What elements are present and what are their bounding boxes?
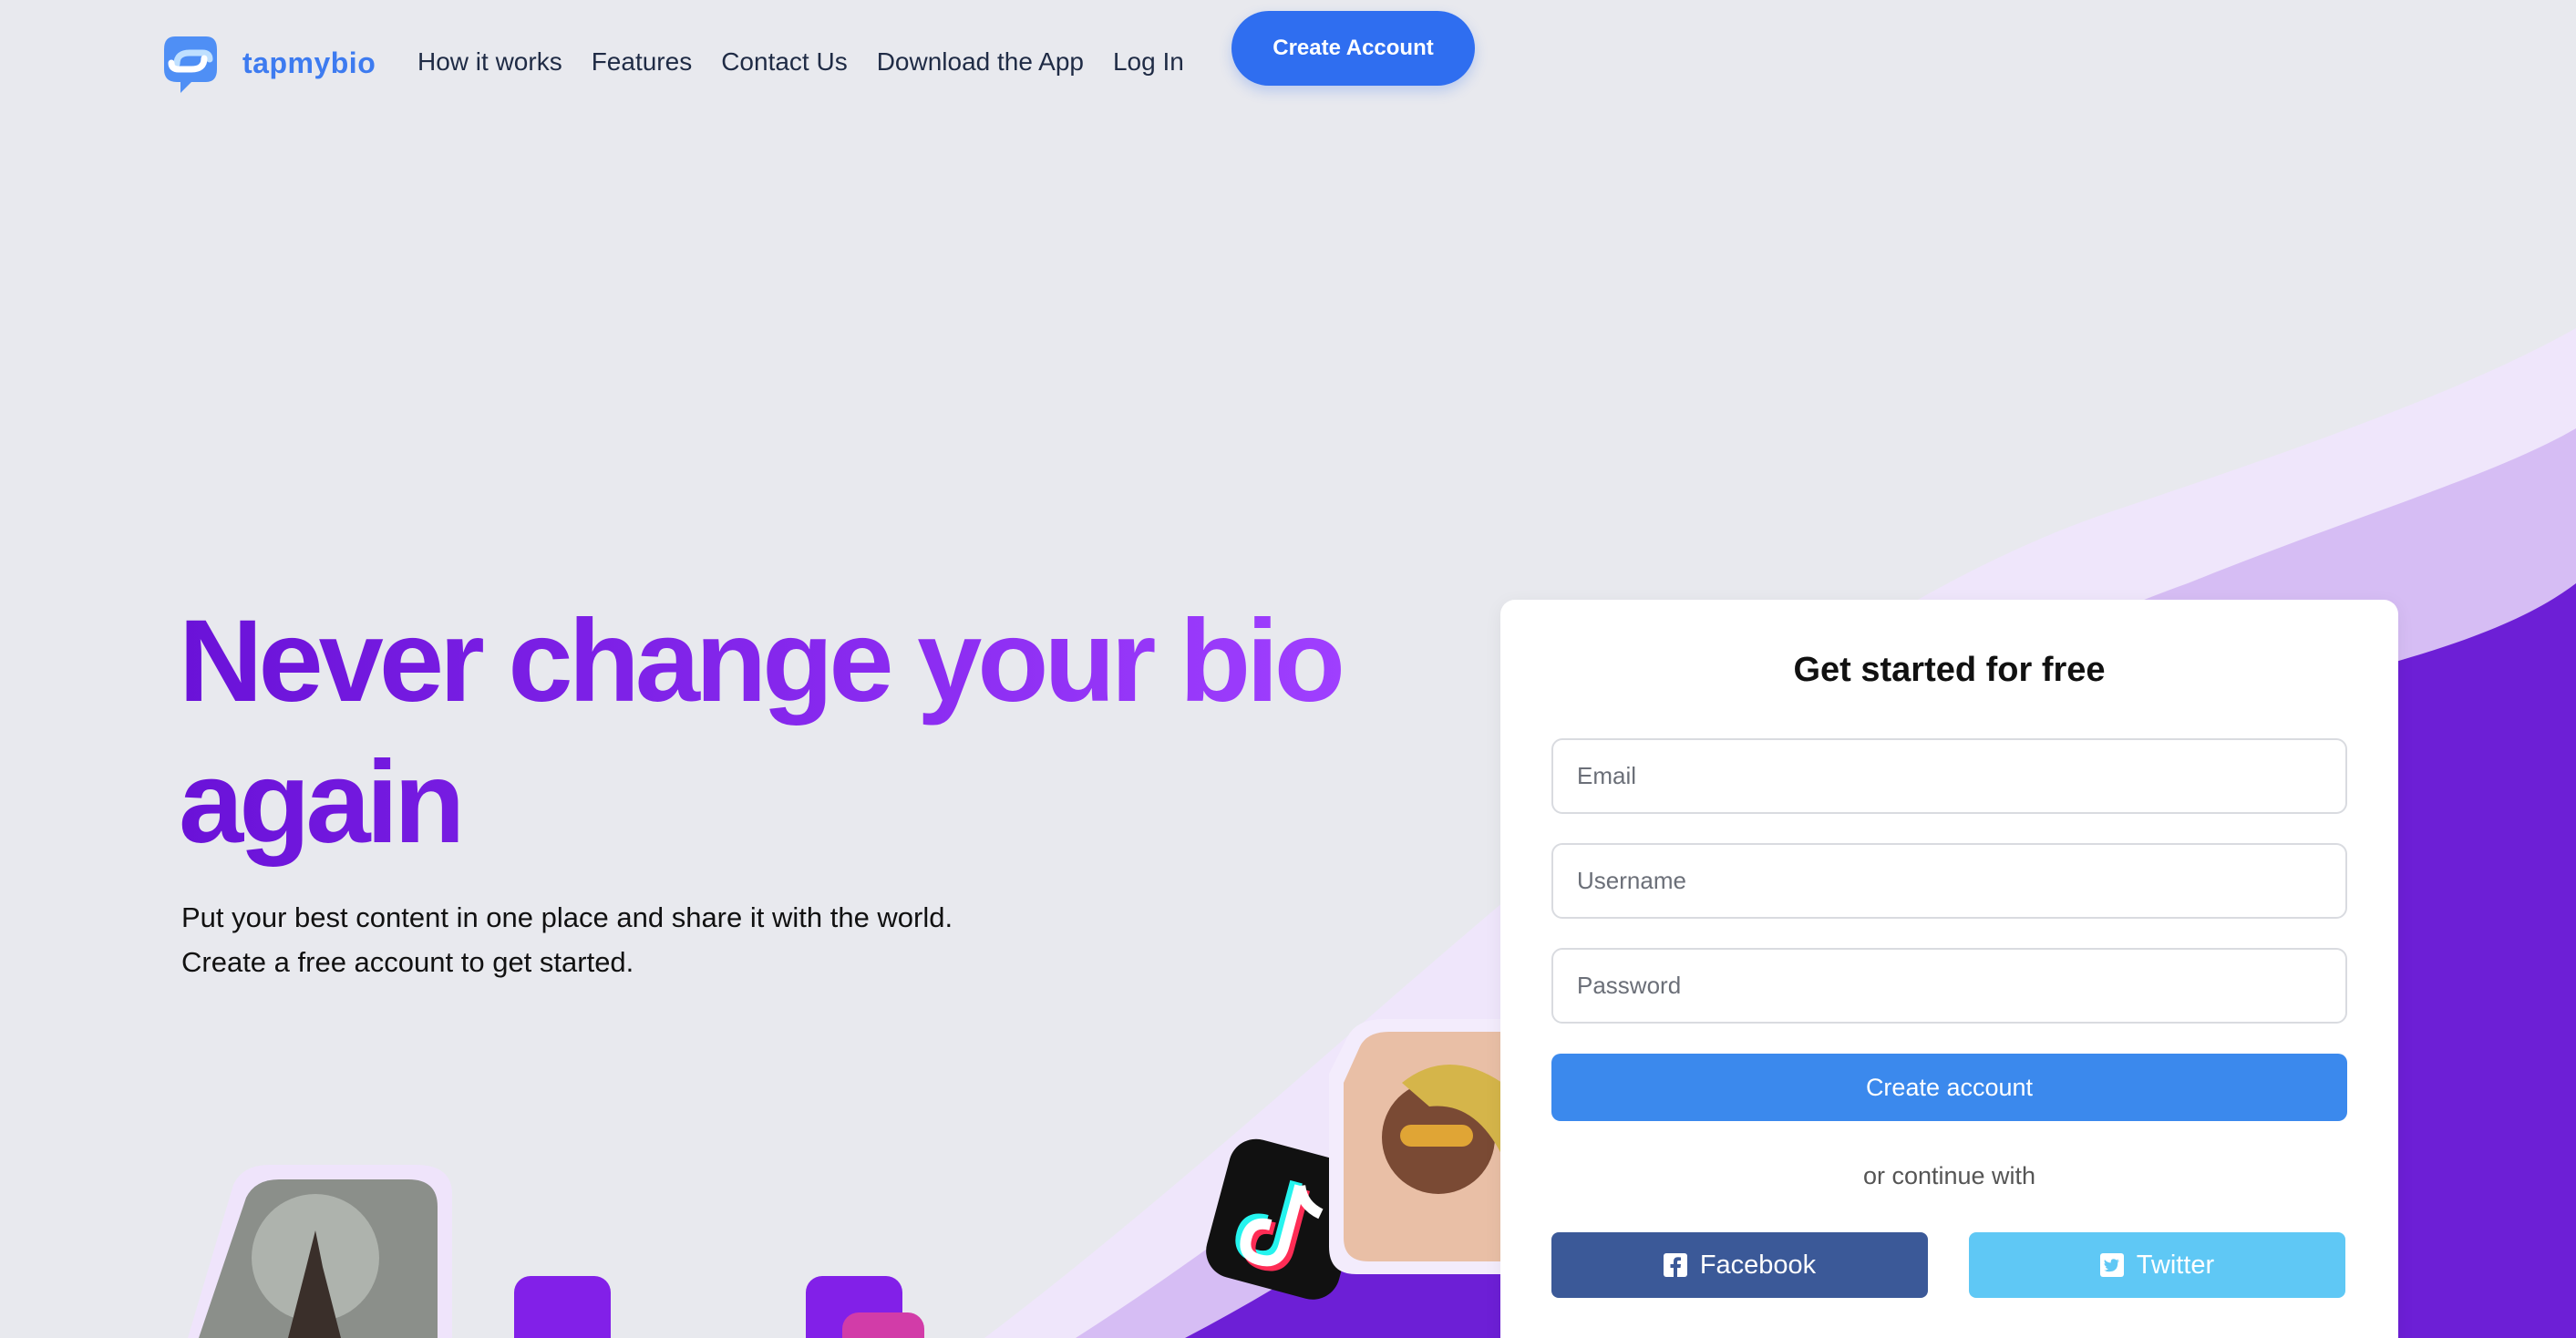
chat-bubble-link-icon <box>164 36 217 93</box>
create-account-button[interactable]: Create account <box>1551 1054 2347 1121</box>
brand-logo[interactable]: tapmybio <box>157 29 376 97</box>
twitter-label: Twitter <box>2136 1250 2215 1280</box>
hero-title: Never change your bio again <box>179 591 1364 873</box>
signup-card: Get started for free Create account or c… <box>1500 600 2398 1338</box>
signup-card-title: Get started for free <box>1793 651 2106 689</box>
landing-page: tapmybio How it works Features Contact U… <box>0 0 2576 1338</box>
brand-name: tapmybio <box>242 46 376 79</box>
password-field[interactable] <box>1551 948 2347 1024</box>
hero-subtitle-line-2: Create a free account to get started. <box>181 946 634 978</box>
purple-app-tile <box>514 1276 611 1338</box>
concert-photo-tile <box>188 1165 452 1338</box>
portrait-photo-tile <box>1329 1019 1502 1274</box>
nav-link-contact-us[interactable]: Contact Us <box>721 47 848 77</box>
hero-subtitle-line-1: Put your best content in one place and s… <box>181 901 953 933</box>
main-nav: How it works Features Contact Us Downloa… <box>417 47 1184 77</box>
email-field[interactable] <box>1551 738 2347 814</box>
top-nav-bar: tapmybio How it works Features Contact U… <box>0 0 2576 118</box>
nav-link-log-in[interactable]: Log In <box>1113 47 1184 77</box>
hero-subtitle: Put your best content in one place and s… <box>181 895 1275 984</box>
facebook-login-button[interactable]: Facebook <box>1551 1232 1928 1298</box>
nav-link-how-it-works[interactable]: How it works <box>417 47 562 77</box>
facebook-label: Facebook <box>1699 1250 1817 1280</box>
facebook-icon <box>1663 1253 1687 1277</box>
nav-link-download-app[interactable]: Download the App <box>877 47 1084 77</box>
continue-with-divider: or continue with <box>1862 1162 2036 1189</box>
username-field[interactable] <box>1551 843 2347 919</box>
nav-link-features[interactable]: Features <box>592 47 693 77</box>
twitter-icon <box>2099 1253 2124 1277</box>
instagram-tile <box>806 1276 924 1338</box>
twitter-login-button[interactable]: Twitter <box>1969 1232 2345 1298</box>
create-account-header-button[interactable]: Create Account <box>1231 11 1475 86</box>
